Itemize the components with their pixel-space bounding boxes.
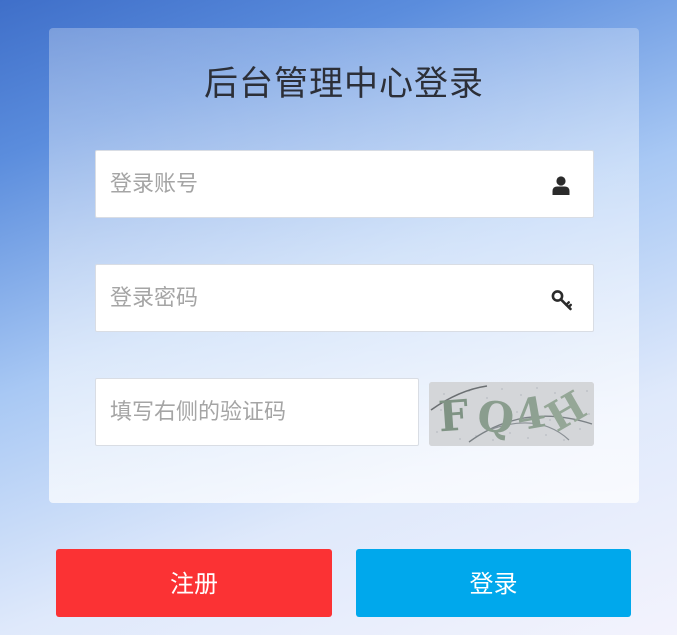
captcha-input[interactable]	[110, 379, 406, 445]
register-button[interactable]: 注册	[56, 549, 332, 617]
key-icon	[551, 289, 572, 311]
page-title: 后台管理中心登录	[204, 64, 484, 104]
captcha-char: Q	[475, 391, 517, 444]
captcha-image[interactable]: F Q 4 H	[429, 382, 594, 446]
account-field[interactable]	[95, 150, 594, 218]
captcha-field[interactable]	[95, 378, 419, 446]
password-input[interactable]	[110, 265, 540, 331]
login-button[interactable]: 登录	[356, 549, 631, 617]
user-icon	[551, 175, 571, 195]
captcha-char: F	[437, 390, 470, 441]
account-input[interactable]	[110, 151, 540, 217]
password-field[interactable]	[95, 264, 594, 332]
